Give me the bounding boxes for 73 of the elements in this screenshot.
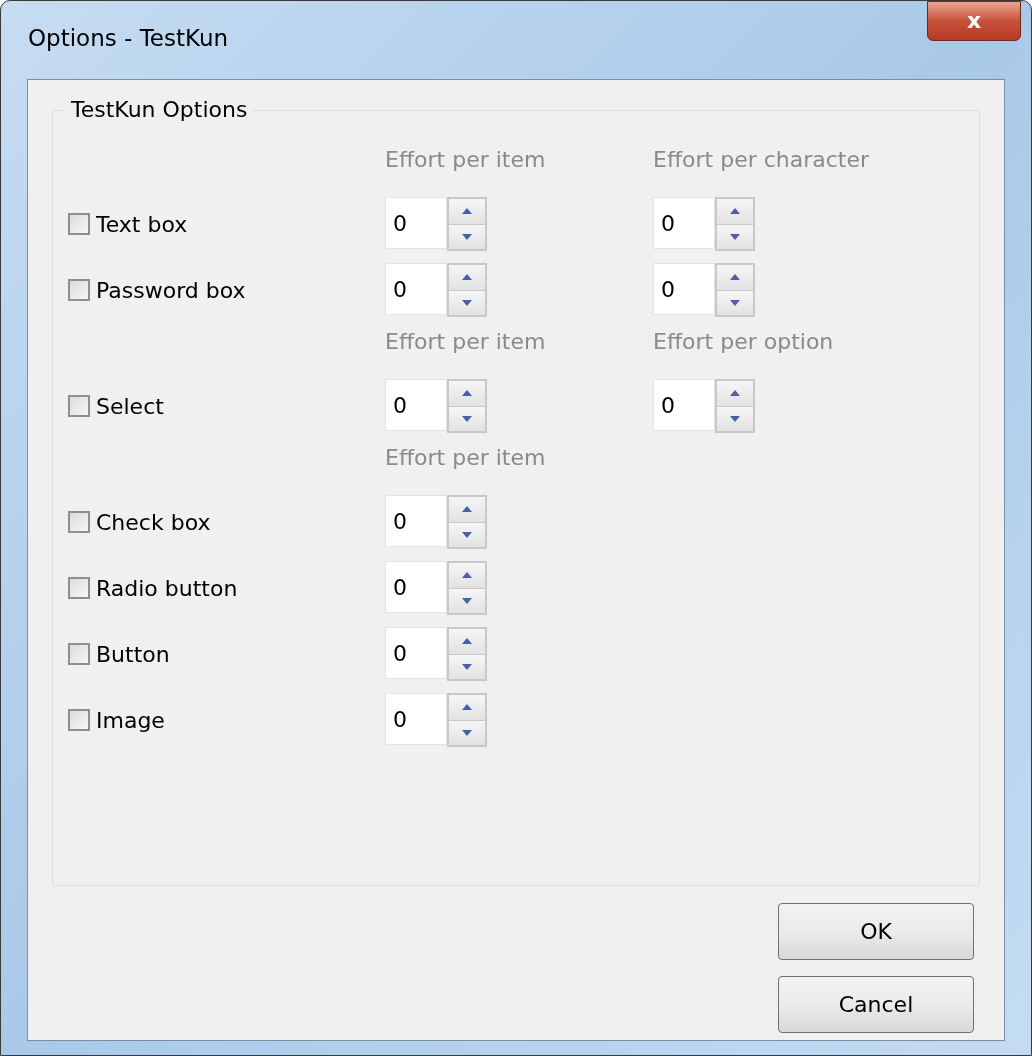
spin-up-button[interactable] [449,695,485,721]
column-header: Effort per item [385,444,547,472]
number-field[interactable]: 0 [385,693,447,745]
checkbox[interactable] [68,709,90,731]
checkbox[interactable] [68,395,90,417]
down-arrow-icon [730,233,740,240]
checkbox[interactable] [68,213,90,235]
down-arrow-icon [730,299,740,306]
column-header: Effort per option [653,328,834,356]
spin-down-button[interactable] [449,224,485,249]
down-arrow-icon [462,415,472,422]
spin-up-button[interactable] [449,265,485,291]
spin-up-button[interactable] [449,563,485,589]
up-arrow-icon [730,208,740,215]
spin-down-button[interactable] [449,588,485,613]
spin-down-button[interactable] [717,290,753,315]
dialog-button[interactable]: OK [778,903,974,960]
spin-down-button[interactable] [449,290,485,315]
down-arrow-icon [462,531,472,538]
down-arrow-icon [462,299,472,306]
down-arrow-icon [462,729,472,736]
column-header: Effort per item [385,328,547,356]
spin-down-button[interactable] [449,720,485,745]
spin-up-button[interactable] [449,381,485,407]
number-field[interactable]: 0 [653,263,715,315]
number-field[interactable]: 0 [653,197,715,249]
spin-up-button[interactable] [449,629,485,655]
up-arrow-icon [462,390,472,397]
dialog-button[interactable]: Cancel [778,976,974,1033]
up-arrow-icon [462,506,472,513]
column-header: Effort per item [385,146,547,174]
checkbox[interactable] [68,643,90,665]
checkbox-label: Image [96,706,165,735]
checkbox-label: Radio button [96,574,238,603]
spin-up-button[interactable] [449,497,485,523]
checkbox-label: Text box [96,210,188,239]
spin-down-button[interactable] [717,406,753,431]
number-field[interactable]: 0 [385,263,447,315]
up-arrow-icon [462,572,472,579]
down-arrow-icon [730,415,740,422]
checkbox-label: Button [96,640,170,669]
checkbox-label: Password box [96,276,246,305]
window-title: Options - TestKun [28,27,229,50]
number-field[interactable]: 0 [385,197,447,249]
spin-up-button[interactable] [717,199,753,225]
spin-down-button[interactable] [717,224,753,249]
down-arrow-icon [462,233,472,240]
up-arrow-icon [462,208,472,215]
number-field[interactable]: 0 [385,561,447,613]
checkbox-label: Check box [96,508,211,537]
spin-down-button[interactable] [449,654,485,679]
checkbox[interactable] [68,279,90,301]
number-field[interactable]: 0 [653,379,715,431]
down-arrow-icon [462,597,472,604]
spin-up-button[interactable] [449,199,485,225]
column-header: Effort per character [653,146,870,174]
up-arrow-icon [462,638,472,645]
number-field[interactable]: 0 [385,495,447,547]
down-arrow-icon [462,663,472,670]
up-arrow-icon [730,274,740,281]
close-button[interactable]: x [927,1,1021,41]
spin-up-button[interactable] [717,381,753,407]
up-arrow-icon [730,390,740,397]
checkbox[interactable] [68,511,90,533]
checkbox-label: Select [96,392,164,421]
up-arrow-icon [462,274,472,281]
up-arrow-icon [462,704,472,711]
spin-up-button[interactable] [717,265,753,291]
number-field[interactable]: 0 [385,379,447,431]
spin-down-button[interactable] [449,522,485,547]
spin-down-button[interactable] [449,406,485,431]
number-field[interactable]: 0 [385,627,447,679]
checkbox[interactable] [68,577,90,599]
